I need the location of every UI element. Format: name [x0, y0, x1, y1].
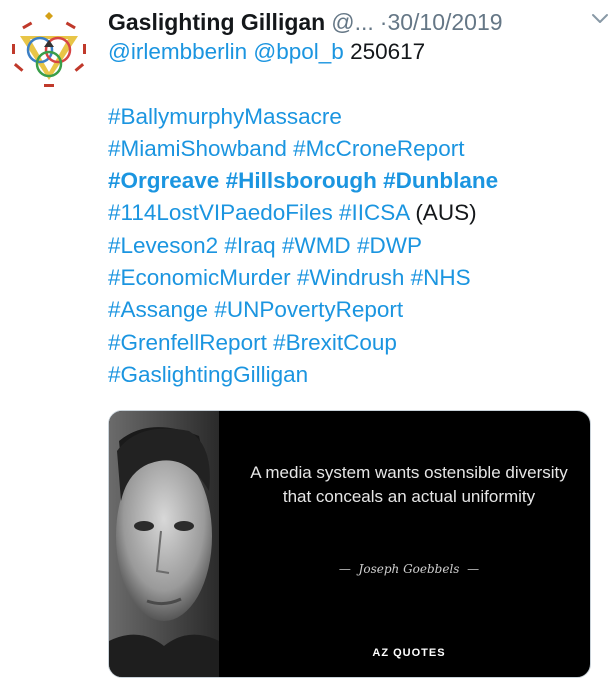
tweet-header: Gaslighting Gilligan @... ·30/10/2019	[108, 5, 604, 39]
mention-link[interactable]: @irlembberlin	[108, 39, 247, 64]
display-name[interactable]: Gaslighting Gilligan	[108, 9, 325, 35]
az-quotes-logo: AZ QUOTES	[372, 647, 446, 659]
hashtag-link[interactable]: #IICSA	[339, 200, 409, 225]
author-dash-right: —	[467, 562, 480, 576]
tweet-line	[108, 68, 598, 100]
hashtag-link[interactable]: #Iraq	[224, 233, 275, 258]
hashtag-link[interactable]: #NHS	[411, 265, 471, 290]
hashtag-link[interactable]: #Leveson2	[108, 233, 218, 258]
user-handle[interactable]: @...	[331, 9, 374, 35]
tweet-line: #114LostVIPaedoFiles #IICSA (AUS)	[108, 197, 598, 229]
hashtag-link[interactable]: #McCroneReport	[293, 136, 464, 161]
tweet-line: @irlembberlin @bpol_b 250617	[108, 36, 598, 68]
tweet-line: #Assange #UNPovertyReport	[108, 294, 598, 326]
mention-link[interactable]: @bpol_b	[253, 39, 343, 64]
hashtag-link[interactable]: #WMD	[282, 233, 351, 258]
chevron-down-icon[interactable]	[590, 8, 610, 28]
author-dash-left: —	[338, 562, 351, 576]
hashtag-link[interactable]: #GrenfellReport	[108, 330, 267, 355]
tweet-date[interactable]: 30/10/2019	[387, 9, 502, 35]
tweet-media[interactable]: A media system wants ostensible diversit…	[108, 410, 591, 678]
tweet-plain-text: 250617	[343, 39, 426, 64]
portrait-photo	[109, 411, 219, 677]
tweet-line: #EconomicMurder #Windrush #NHS	[108, 262, 598, 294]
hashtag-link[interactable]: #GaslightingGilligan	[108, 362, 308, 387]
hashtag-link[interactable]: #Orgreave	[108, 168, 219, 193]
tweet-line: #Leveson2 #Iraq #WMD #DWP	[108, 230, 598, 262]
tweet-line: #BallymurphyMassacre	[108, 101, 598, 133]
author-name: Joseph Goebbels	[358, 562, 460, 576]
hashtag-link[interactable]: #Hillsborough	[226, 168, 377, 193]
hashtag-link[interactable]: #UNPovertyReport	[214, 297, 403, 322]
quote-author: — Joseph Goebbels —	[259, 559, 559, 579]
hashtag-link[interactable]: #DWP	[357, 233, 422, 258]
tweet-line: #MiamiShowband #McCroneReport	[108, 133, 598, 165]
tweet[interactable]: Gaslighting Gilligan @... ·30/10/2019 @irl…	[0, 0, 616, 687]
hashtag-link[interactable]: #Assange	[108, 297, 208, 322]
tweet-text: @irlembberlin @bpol_b 250617 #Ballymurphy…	[108, 36, 598, 391]
hashtag-link[interactable]: #Windrush	[297, 265, 405, 290]
hashtag-link[interactable]: #114LostVIPaedoFiles	[108, 200, 333, 225]
tweet-line: #GaslightingGilligan	[108, 359, 598, 391]
tweet-line: #Orgreave #Hillsborough #Dunblane	[108, 165, 598, 197]
logo-icon	[7, 7, 91, 91]
hashtag-link[interactable]: #Dunblane	[383, 168, 498, 193]
hashtag-link[interactable]: #BrexitCoup	[273, 330, 397, 355]
hashtag-link[interactable]: #EconomicMurder	[108, 265, 291, 290]
hashtag-link[interactable]: #BallymurphyMassacre	[108, 104, 342, 129]
tweet-line: #GrenfellReport #BrexitCoup	[108, 327, 598, 359]
tweet-plain-text: (AUS)	[409, 200, 477, 226]
hashtag-link[interactable]: #MiamiShowband	[108, 136, 287, 161]
avatar[interactable]	[6, 6, 92, 92]
quote-text: A media system wants ostensible diversit…	[250, 463, 568, 506]
